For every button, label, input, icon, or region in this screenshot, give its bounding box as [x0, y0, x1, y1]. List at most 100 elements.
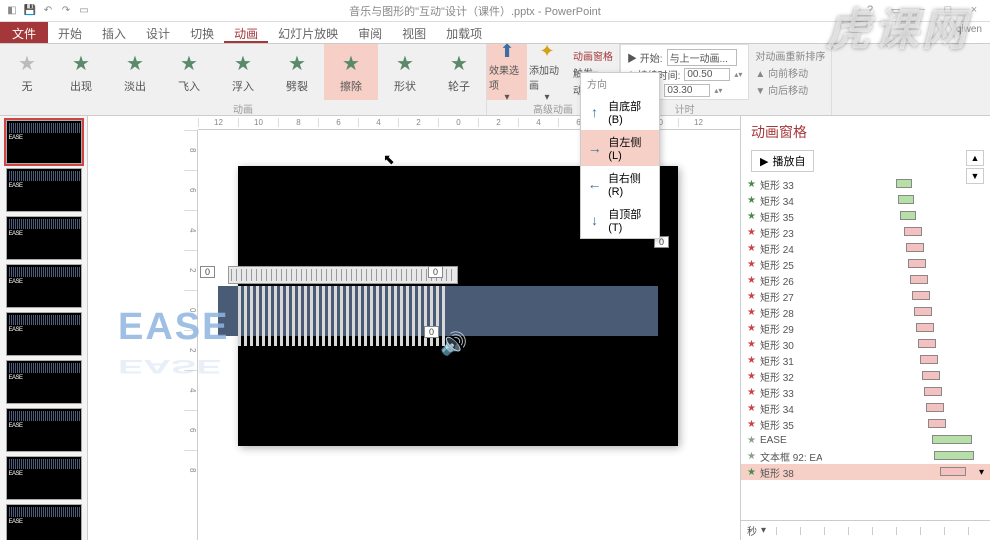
- animation-item[interactable]: ★矩形 33: [741, 176, 990, 192]
- audio-icon[interactable]: 🔊: [440, 331, 467, 357]
- play-from-button[interactable]: ▶ 播放自: [751, 150, 814, 172]
- save-icon[interactable]: 💾: [22, 3, 38, 19]
- timing-bar[interactable]: [910, 275, 928, 284]
- duration-input[interactable]: 00.50: [684, 68, 730, 81]
- timing-bar[interactable]: [940, 467, 966, 476]
- slide-thumb[interactable]: EASE: [6, 168, 82, 212]
- effect-none[interactable]: ★无: [0, 44, 54, 100]
- timing-bar[interactable]: [926, 403, 944, 412]
- animation-item[interactable]: ★矩形 23: [741, 224, 990, 240]
- tab-transitions[interactable]: 切换: [180, 22, 224, 43]
- timing-bar[interactable]: [916, 323, 934, 332]
- animation-item[interactable]: ★矩形 33: [741, 384, 990, 400]
- animation-item[interactable]: ★文本框 92: EASE: [741, 448, 990, 464]
- tab-review[interactable]: 审阅: [348, 22, 392, 43]
- user-label[interactable]: qiwen: [948, 22, 990, 43]
- direction-top[interactable]: ↓自顶部(T): [581, 202, 659, 238]
- tab-animations[interactable]: 动画: [224, 22, 268, 43]
- timing-bar[interactable]: [928, 419, 946, 428]
- timing-bar[interactable]: [904, 227, 922, 236]
- tab-design[interactable]: 设计: [136, 22, 180, 43]
- animation-item[interactable]: ★矩形 35: [741, 416, 990, 432]
- undo-icon[interactable]: ↶: [40, 3, 56, 19]
- animation-item[interactable]: ★矩形 34: [741, 192, 990, 208]
- animation-item[interactable]: ★矩形 24: [741, 240, 990, 256]
- ribbon-opts-icon[interactable]: ▭: [884, 4, 908, 17]
- effect-float[interactable]: ★浮入: [216, 44, 270, 100]
- slide-thumb[interactable]: EASE: [6, 312, 82, 356]
- slide-thumb[interactable]: EASE: [6, 264, 82, 308]
- animation-item[interactable]: ★矩形 28: [741, 304, 990, 320]
- anim-pane-link[interactable]: 动画窗格: [573, 48, 613, 63]
- tab-file[interactable]: 文件: [0, 22, 48, 43]
- timing-bar[interactable]: [908, 259, 926, 268]
- timing-bar[interactable]: [914, 307, 932, 316]
- timing-bar[interactable]: [924, 387, 942, 396]
- effect-shape[interactable]: ★形状: [378, 44, 432, 100]
- spinner-icon[interactable]: ▴▾: [734, 70, 742, 79]
- timing-bar[interactable]: [898, 195, 914, 204]
- slide-thumb[interactable]: EASE: [6, 120, 82, 164]
- minimize-icon[interactable]: −: [910, 4, 934, 17]
- item-menu-icon[interactable]: ▾: [979, 467, 984, 478]
- timing-bar[interactable]: [920, 355, 938, 364]
- timing-bar[interactable]: [900, 211, 916, 220]
- tab-slideshow[interactable]: 幻灯片放映: [268, 22, 348, 43]
- effect-split[interactable]: ★劈裂: [270, 44, 324, 100]
- timing-bar[interactable]: [906, 243, 924, 252]
- anim-tag[interactable]: 0: [424, 326, 439, 338]
- slide-thumb[interactable]: EASE: [6, 408, 82, 452]
- effect-options-button[interactable]: ⬆效果选项▾: [487, 44, 527, 100]
- seconds-dropdown[interactable]: ▾: [761, 525, 766, 536]
- animation-item[interactable]: ★矩形 25: [741, 256, 990, 272]
- direction-left[interactable]: →自左侧(L): [581, 130, 659, 166]
- animation-item[interactable]: ★矩形 29: [741, 320, 990, 336]
- effect-appear[interactable]: ★出现: [54, 44, 108, 100]
- anim-tag[interactable]: 0: [200, 266, 215, 278]
- timing-bar[interactable]: [934, 451, 974, 460]
- close-icon[interactable]: ×: [962, 4, 986, 17]
- timing-bar[interactable]: [896, 179, 912, 188]
- tab-addins[interactable]: 加载项: [436, 22, 492, 43]
- animation-item[interactable]: ★矩形 31: [741, 352, 990, 368]
- animation-item[interactable]: ★矩形 27: [741, 288, 990, 304]
- start-show-icon[interactable]: ▭: [76, 3, 92, 19]
- effect-wipe[interactable]: ★擦除: [324, 44, 378, 100]
- animation-item[interactable]: ★矩形 30: [741, 336, 990, 352]
- effect-fade[interactable]: ★淡出: [108, 44, 162, 100]
- slide-thumb[interactable]: EASE: [6, 456, 82, 500]
- effect-flyin[interactable]: ★飞入: [162, 44, 216, 100]
- comb-shape[interactable]: [238, 286, 448, 346]
- animation-item[interactable]: ★矩形 26: [741, 272, 990, 288]
- animation-item[interactable]: ★EASE: [741, 432, 990, 448]
- ease-text[interactable]: EASE: [118, 306, 229, 349]
- ppt-icon[interactable]: ◧: [4, 3, 20, 19]
- timing-bar[interactable]: [918, 339, 936, 348]
- timing-bar[interactable]: [932, 435, 972, 444]
- anim-tag[interactable]: 0: [428, 266, 443, 278]
- redo-icon[interactable]: ↷: [58, 3, 74, 19]
- direction-right[interactable]: ←自右侧(R): [581, 166, 659, 202]
- tab-view[interactable]: 视图: [392, 22, 436, 43]
- spinner-icon[interactable]: ▴▾: [714, 86, 722, 95]
- effect-wheel[interactable]: ★轮子: [432, 44, 486, 100]
- timing-bar[interactable]: [912, 291, 930, 300]
- move-earlier[interactable]: ▲ 向前移动: [755, 65, 825, 80]
- animation-item[interactable]: ★矩形 32: [741, 368, 990, 384]
- slide-thumb[interactable]: EASE: [6, 504, 82, 540]
- slide-thumb[interactable]: EASE: [6, 360, 82, 404]
- help-icon[interactable]: ?: [858, 4, 882, 17]
- tab-home[interactable]: 开始: [48, 22, 92, 43]
- add-animation-button[interactable]: ✦添加动画▾: [527, 44, 567, 100]
- animation-item[interactable]: ★矩形 34: [741, 400, 990, 416]
- move-later[interactable]: ▼ 向后移动: [755, 82, 825, 97]
- tab-insert[interactable]: 插入: [92, 22, 136, 43]
- ruler-shape[interactable]: [228, 266, 458, 284]
- maximize-icon[interactable]: □: [936, 4, 960, 17]
- animation-item[interactable]: ★矩形 38▾: [741, 464, 990, 480]
- start-select[interactable]: 与上一动画...: [667, 49, 737, 66]
- timing-bar[interactable]: [922, 371, 940, 380]
- slide-thumb[interactable]: EASE: [6, 216, 82, 260]
- direction-bottom[interactable]: ↑自底部(B): [581, 94, 659, 130]
- move-up-button[interactable]: ▲: [966, 150, 984, 166]
